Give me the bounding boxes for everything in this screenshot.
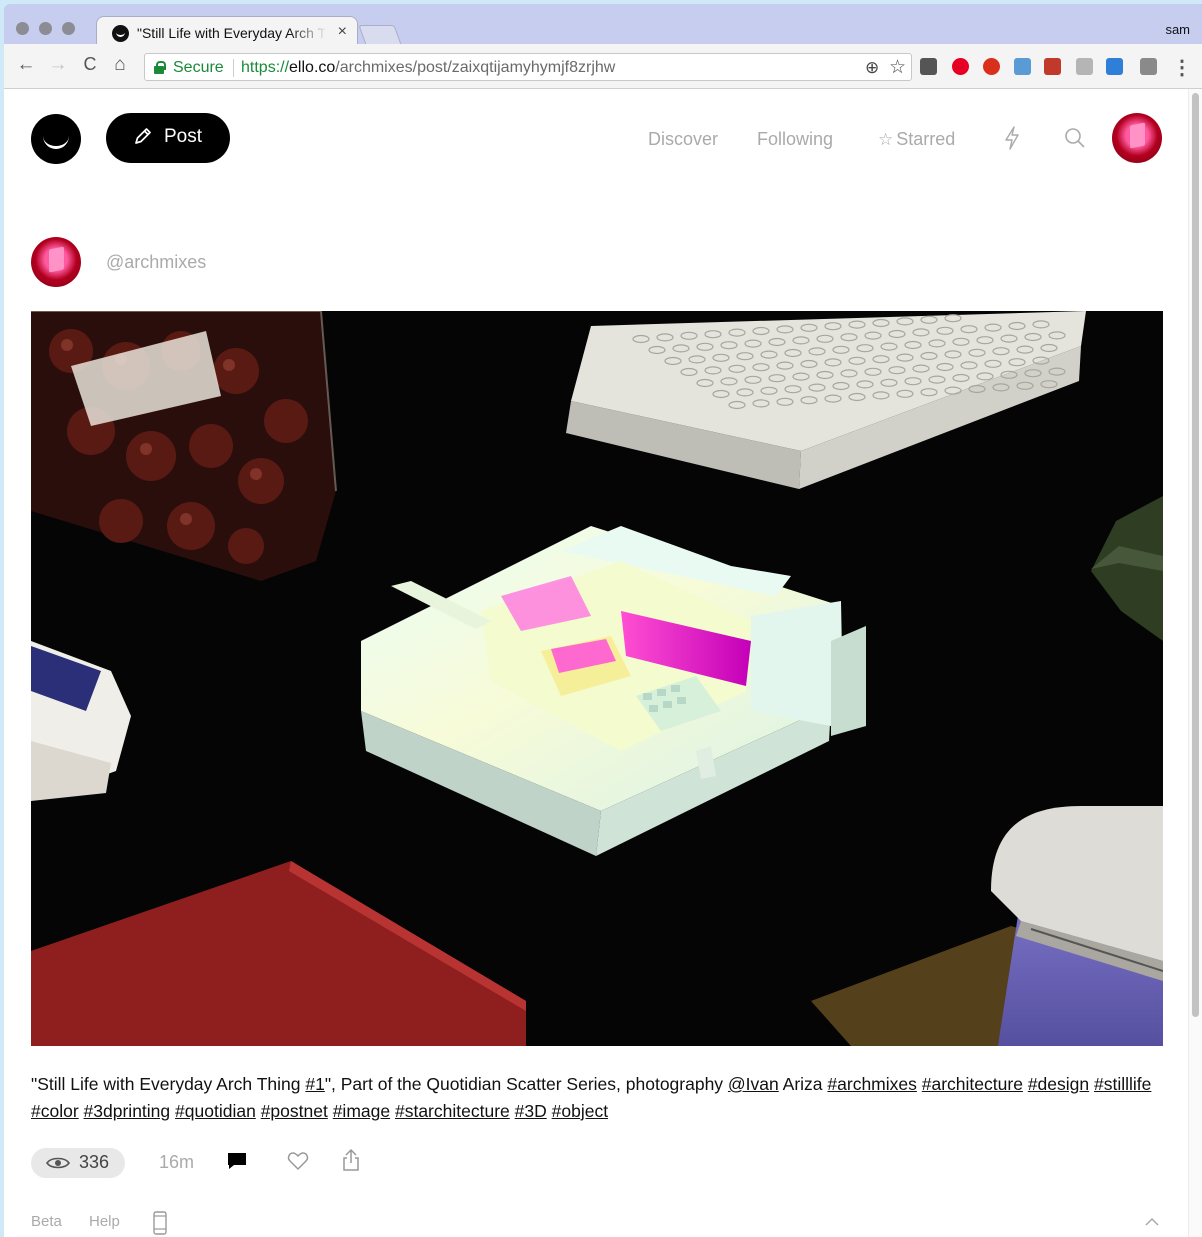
- zoom-window-button[interactable]: [62, 22, 75, 35]
- still-life-photo: [31, 311, 1163, 1046]
- minimize-window-button[interactable]: [39, 22, 52, 35]
- caption-tag-link[interactable]: #1: [305, 1074, 324, 1094]
- camera-extension-icon[interactable]: [1140, 58, 1157, 75]
- url-text[interactable]: https://ello.co/archmixes/post/zaixqtija…: [241, 59, 615, 77]
- pinterest-extension-icon[interactable]: [952, 58, 969, 75]
- ublock-extension-icon[interactable]: [983, 58, 1000, 75]
- nav-starred-label: Starred: [896, 129, 956, 149]
- resize-extension-icon[interactable]: [1106, 58, 1123, 75]
- caption-text: Ariza: [778, 1074, 828, 1094]
- caption-tag-link[interactable]: #quotidian: [175, 1101, 256, 1121]
- typewriter-extension-icon[interactable]: [920, 58, 937, 75]
- caption-tag-link[interactable]: #stilllife: [1094, 1074, 1151, 1094]
- nav-following[interactable]: Following: [757, 129, 833, 150]
- reload-icon[interactable]: C: [78, 54, 102, 75]
- caption-tag-link[interactable]: #archmixes: [827, 1074, 916, 1094]
- omnibox-divider: [233, 59, 234, 77]
- forward-arrow-icon[interactable]: →: [46, 54, 70, 76]
- secure-label: Secure: [173, 59, 224, 76]
- scrollbar-thumb[interactable]: [1192, 93, 1199, 1017]
- post-button[interactable]: Post: [106, 113, 230, 163]
- caption-tag-link[interactable]: #design: [1028, 1074, 1089, 1094]
- notifications-bolt-icon[interactable]: [1000, 125, 1024, 151]
- star-icon: ☆: [878, 130, 894, 149]
- caption-tag-link[interactable]: #architecture: [922, 1074, 1023, 1094]
- tab-strip: "Still Life with Everyday Arch Thing #1"…: [4, 4, 1202, 48]
- mobile-phone-icon[interactable]: [152, 1211, 168, 1235]
- url-scheme: https://: [241, 59, 290, 76]
- caption-text: ", Part of the Quotidian Scatter Series,…: [324, 1074, 728, 1094]
- browser-chrome: "Still Life with Everyday Arch Thing #1"…: [0, 0, 1202, 89]
- ello-page: Post Discover Following ☆ Starred @archmi…: [4, 89, 1202, 1237]
- author-username[interactable]: @archmixes: [106, 252, 206, 273]
- caption-text: "Still Life with Everyday Arch Thing: [31, 1074, 306, 1094]
- new-tab-button[interactable]: [358, 25, 402, 45]
- drive-extension-icon[interactable]: [1076, 58, 1093, 75]
- home-icon[interactable]: ⌂: [108, 54, 132, 76]
- user-avatar[interactable]: [1112, 113, 1162, 163]
- views-counter[interactable]: 336: [31, 1148, 125, 1178]
- eye-icon: [46, 1157, 70, 1169]
- ello-favicon-icon: [112, 25, 129, 42]
- post-timestamp[interactable]: 16m: [159, 1152, 194, 1173]
- caption-tag-link[interactable]: #object: [552, 1101, 608, 1121]
- nav-discover[interactable]: Discover: [648, 129, 718, 150]
- scroll-to-top-caret-icon[interactable]: [1144, 1215, 1160, 1227]
- back-arrow-icon[interactable]: ←: [14, 54, 38, 76]
- post-button-label: Post: [164, 126, 203, 147]
- url-path: /archmixes/post/zaixqtijamyhymjf8zrjhw: [335, 59, 616, 76]
- caption-tag-link[interactable]: #3dprinting: [84, 1101, 171, 1121]
- caption-tag-link[interactable]: @Ivan: [728, 1074, 779, 1094]
- caption-tag-link[interactable]: #image: [333, 1101, 390, 1121]
- lock-icon: [154, 61, 166, 74]
- nav-starred[interactable]: ☆ Starred: [878, 129, 955, 150]
- zoom-icon[interactable]: ⊕: [865, 58, 879, 78]
- footer-beta-link[interactable]: Beta: [31, 1213, 62, 1230]
- heart-icon[interactable]: [287, 1151, 309, 1171]
- close-window-button[interactable]: [16, 22, 29, 35]
- share-icon[interactable]: [342, 1148, 360, 1172]
- address-bar[interactable]: Secure https://ello.co/archmixes/post/za…: [144, 53, 912, 81]
- caption-tag-link[interactable]: #postnet: [261, 1101, 328, 1121]
- browser-toolbar: ← → C ⌂ Secure https://ello.co/archmixes…: [4, 44, 1202, 89]
- author-avatar[interactable]: [31, 237, 81, 287]
- views-count: 336: [79, 1152, 110, 1172]
- footer-help-link[interactable]: Help: [89, 1213, 120, 1230]
- post-caption: "Still Life with Everyday Arch Thing #1"…: [31, 1071, 1161, 1125]
- ello-logo[interactable]: [31, 114, 81, 164]
- search-icon[interactable]: [1063, 125, 1087, 151]
- caption-tag-link[interactable]: #3D: [515, 1101, 547, 1121]
- caption-tag-link[interactable]: #starchitecture: [395, 1101, 510, 1121]
- tab-title: "Still Life with Everyday Arch Thing #1": [137, 25, 327, 41]
- browser-profile-name[interactable]: sam: [1165, 22, 1190, 37]
- pencil-icon: [135, 128, 151, 144]
- browser-menu-icon[interactable]: ⋮: [1172, 55, 1192, 80]
- post-image[interactable]: [31, 311, 1163, 1046]
- bars-extension-icon[interactable]: [1044, 58, 1061, 75]
- url-host: ello.co: [289, 59, 336, 76]
- docs-extension-icon[interactable]: [1014, 58, 1031, 75]
- comment-icon[interactable]: [226, 1151, 248, 1171]
- page-scrollbar[interactable]: [1188, 89, 1202, 1237]
- caption-tag-link[interactable]: #color: [31, 1101, 79, 1121]
- bookmark-star-icon[interactable]: ☆: [889, 56, 906, 79]
- tab-close-icon[interactable]: ×: [338, 23, 347, 41]
